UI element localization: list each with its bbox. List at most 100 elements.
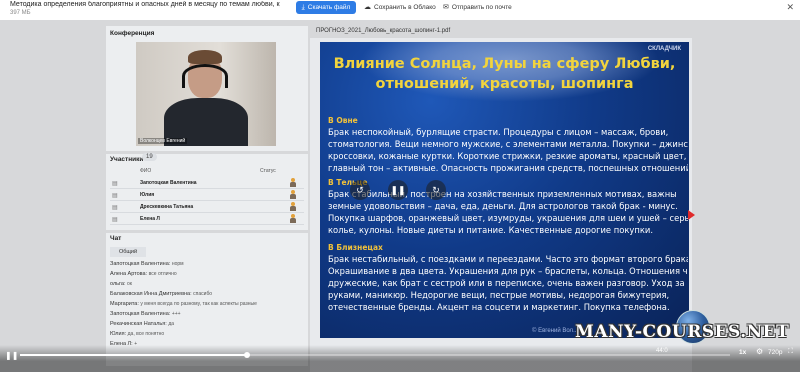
timecode: 44:0 — [656, 348, 668, 354]
section-text-line: Брак нестабильный, с поездками и переезд… — [328, 254, 688, 264]
chat-author: Балаковская Инна Дмитриевна: — [110, 291, 192, 297]
send-by-mail-button[interactable]: ✉ Отправить по почте — [443, 1, 512, 14]
pause-overlay-button[interactable]: ❚❚ — [388, 180, 408, 200]
save-to-cloud-button[interactable]: ☁ Сохранить в Облако — [364, 1, 436, 14]
speaker-hair — [188, 50, 222, 64]
chat-text: да, все понятно — [127, 331, 165, 337]
chat-message: Маргарита: у меня всегда по разному, так… — [110, 301, 257, 307]
participants-count-badge: 19 — [142, 153, 157, 161]
close-icon[interactable]: ✕ — [786, 2, 794, 13]
watermark-text: MANY-COURSES.NET — [575, 322, 790, 342]
participant-status-icon — [290, 178, 296, 188]
send-by-mail-label: Отправить по почте — [451, 4, 512, 11]
chat-text: да — [168, 321, 175, 327]
participant-status-icon — [290, 202, 296, 212]
rewind-icon: ↺ — [356, 184, 364, 195]
chat-text: все отлично — [148, 271, 177, 277]
participant-name: Елена Л — [140, 216, 160, 222]
column-header-fio: ФИО — [140, 168, 152, 174]
chat-author: Запотоцкая Валентина: — [110, 261, 171, 267]
chat-text: +++ — [171, 311, 181, 317]
section-text-line: Окрашивание в два цвета. Украшения для р… — [328, 266, 688, 276]
chat-message: ольга: ок — [110, 281, 132, 287]
participant-row[interactable]: ▤ Юлия — [110, 190, 304, 201]
participant-name: Дрескевкина Татьяна — [140, 204, 194, 210]
participant-list-icon: ▤ — [112, 181, 118, 187]
participant-list-icon: ▤ — [112, 205, 118, 211]
app-window: Методика определения благоприятны и опас… — [0, 0, 800, 372]
pause-icon: ❚❚ — [390, 184, 406, 195]
mail-icon: ✉ — [443, 4, 449, 11]
gear-icon[interactable]: ⚙ — [756, 347, 763, 356]
file-title: Методика определения благоприятны и опас… — [10, 1, 280, 8]
section-text-line: Брак неспокойный, бурлящие страсти. Проц… — [328, 127, 669, 137]
moon-graphic — [360, 42, 660, 102]
rewind-button[interactable]: ↺ — [350, 180, 370, 200]
participant-status-icon — [290, 214, 296, 224]
quality-button[interactable]: 720p — [768, 349, 782, 356]
conference-panel: Конференция Волконцев Евгений — [106, 26, 308, 151]
section-heading-aries: В Овне — [328, 116, 358, 125]
participant-name: Юлия — [140, 192, 155, 198]
forward-button[interactable]: ↻ — [426, 180, 446, 200]
chat-author: Алена Артова: — [110, 271, 148, 277]
section-text-line: земные удовольствия – дача, еда, деньги.… — [328, 201, 678, 211]
chat-message: Алена Артова: все отлично — [110, 271, 177, 277]
player-controls: ❚❚ 44:0 1x ⚙ 720p ⛶ — [0, 345, 800, 372]
chat-tab-general[interactable]: Общий — [110, 247, 146, 257]
download-label: Скачать файл — [307, 4, 351, 11]
chat-author: Маргарита: — [110, 301, 139, 307]
chat-message: Рекачинская Наталья: да — [110, 321, 174, 327]
progress-handle[interactable] — [244, 352, 251, 358]
document-filename: ПРОГНОЗ_2021_Любовь_красота_шопинг-1.pdf — [316, 28, 451, 34]
participant-row[interactable]: ▤ Дрескевкина Татьяна — [110, 202, 304, 213]
progress-fill — [20, 354, 248, 356]
chat-author: Юлия: — [110, 331, 127, 337]
chat-message: Запотоцкая Валентина: +++ — [110, 311, 181, 317]
pause-button[interactable]: ❚❚ — [5, 351, 18, 360]
participant-row[interactable]: ▤ Елена Л — [110, 214, 304, 225]
chat-text: спасибо — [193, 291, 213, 297]
participant-row[interactable]: ▤ Запотоцкая Валентина — [110, 178, 304, 189]
column-header-status: Статус — [260, 168, 276, 174]
participant-name: Запотоцкая Валентина — [140, 180, 197, 186]
presentation-slide: СКЛАДЧИК Влияние Солнца, Луны на сферу Л… — [320, 42, 689, 338]
participants-title: Участники — [110, 156, 144, 163]
speed-button[interactable]: 1x — [739, 349, 746, 356]
webcam-view: Волконцев Евгений — [136, 42, 276, 146]
chat-title: Чат — [110, 235, 122, 242]
download-icon: ⤓ — [301, 4, 305, 11]
save-to-cloud-label: Сохранить в Облако — [374, 4, 436, 11]
section-text-line: стоматология. Вещи немного мужские, с эл… — [328, 139, 688, 149]
chat-message: Балаковская Инна Дмитриевна: спасибо — [110, 291, 212, 297]
section-text-line: главный тон – активные. Опасность прожиг… — [328, 163, 688, 173]
participants-table-header: ФИО Статус — [110, 168, 304, 176]
red-pointer-icon — [688, 210, 695, 220]
slide-title-line2: отношений, красоты, шопинга — [375, 76, 634, 92]
section-text-line: дружеские, как брат с сестрой или в пере… — [328, 278, 685, 288]
chat-author: ольга: — [110, 281, 126, 287]
chat-author: Рекачинская Наталья: — [110, 321, 167, 327]
download-button[interactable]: ⤓ Скачать файл — [296, 1, 356, 14]
participants-panel: Участники 19 ФИО Статус ▤ Запотоцкая Вал… — [106, 153, 308, 230]
forward-icon: ↻ — [432, 184, 440, 195]
slide-copyright: © Евгений Вол... — [532, 328, 579, 334]
headset-icon — [182, 64, 228, 88]
participant-status-icon — [290, 190, 296, 200]
progress-track[interactable] — [20, 352, 730, 358]
section-heading-gemini: В Близнецах — [328, 243, 383, 252]
slide-title-line1: Влияние Солнца, Луны на сферу Любви, — [333, 56, 676, 72]
cloud-icon: ☁ — [364, 4, 371, 11]
chat-author: Запотоцкая Валентина: — [110, 311, 171, 317]
chat-text: ок — [127, 281, 132, 287]
section-text-line: Покупка шарфов, оранжевый цвет, изумруды… — [328, 213, 688, 223]
fullscreen-icon[interactable]: ⛶ — [788, 348, 793, 356]
file-size: 397 МБ — [10, 10, 31, 16]
section-text-line: отечественные бренды. Акцент на соцсети … — [328, 302, 670, 312]
chat-text: у меня всегда по разному, так как аспект… — [140, 301, 257, 307]
skladchik-logo: СКЛАДЧИК — [647, 46, 681, 52]
section-text-line: кроссовки, кожаные куртки. Короткие стри… — [328, 151, 687, 161]
top-bar: Методика определения благоприятны и опас… — [0, 0, 800, 20]
section-text-line: руками, маникюр. Недорогие вещи, пестрые… — [328, 290, 670, 300]
section-text-line: Брак стабильный, построен на хозяйственн… — [328, 189, 677, 199]
